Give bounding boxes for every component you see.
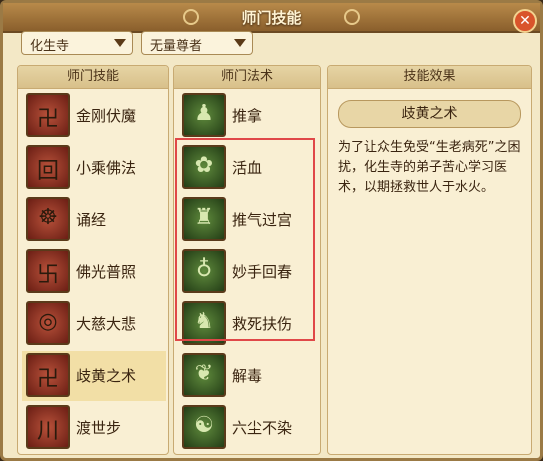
skill-item-qihuang-selected[interactable]: 卍 歧黄之术 <box>22 351 166 401</box>
skills-panel-header: 师门技能 <box>18 66 168 89</box>
effect-panel: 技能效果 歧黄之术 为了让众生免受“生老病死”之困扰，化生寺的弟子苦心学习医术，… <box>327 65 532 455</box>
monk-icon: ☯ <box>182 405 226 449</box>
medicine-icon: 卍 <box>26 353 70 397</box>
skill-label: 诵经 <box>76 211 107 229</box>
spell-item-jiedu[interactable]: ❦ 解毒 <box>178 351 318 401</box>
close-button[interactable]: ✕ <box>513 9 537 33</box>
skill-label: 金刚伏魔 <box>76 107 137 125</box>
effect-panel-header: 技能效果 <box>328 66 531 89</box>
skill-label: 歧黄之术 <box>76 367 137 385</box>
skill-item-xiaosheng[interactable]: 回 小乘佛法 <box>22 143 166 193</box>
compassion-icon: ◎ <box>26 301 70 345</box>
spell-item-tuina[interactable]: ♟ 推拿 <box>178 91 318 141</box>
spell-label: 六尘不染 <box>232 419 293 437</box>
dharma-icon: 回 <box>26 145 70 189</box>
effect-skill-title: 歧黄之术 <box>338 100 521 128</box>
spell-item-liuchen[interactable]: ☯ 六尘不染 <box>178 403 318 453</box>
step-icon: 川 <box>26 405 70 449</box>
chevron-down-icon <box>234 39 246 47</box>
right-ornament-icon <box>344 9 360 25</box>
spells-panel-header: 师门法术 <box>174 66 320 89</box>
skill-item-foguang[interactable]: 卐 佛光普照 <box>22 247 166 297</box>
skills-panel: 师门技能 卍 金刚伏魔 回 小乘佛法 ☸ 诵经 卐 佛光普照 ◎ 大慈大悲 卍 … <box>17 65 169 455</box>
skill-label: 渡世步 <box>76 419 122 437</box>
master-dropdown-value: 无量尊者 <box>150 39 203 54</box>
skills-window: 师门技能 ✕ 化生寺 无量尊者 师门技能 卍 金刚伏魔 回 小乘佛法 ☸ 诵经 … <box>0 0 543 461</box>
school-dropdown[interactable]: 化生寺 <box>21 31 133 55</box>
school-dropdown-value: 化生寺 <box>30 39 70 54</box>
skill-label: 大慈大悲 <box>76 315 137 333</box>
master-dropdown[interactable]: 无量尊者 <box>141 31 253 55</box>
effect-description: 为了让众生免受“生老病死”之困扰，化生寺的弟子苦心学习医术，以期拯救世人于水火。 <box>338 140 521 195</box>
skill-label: 小乘佛法 <box>76 159 137 177</box>
sutra-icon: ☸ <box>26 197 70 241</box>
spell-label: 解毒 <box>232 367 263 385</box>
selection-highlight-box <box>175 138 315 341</box>
buddha-light-icon: 卐 <box>26 249 70 293</box>
chevron-down-icon <box>114 39 126 47</box>
skill-item-daci[interactable]: ◎ 大慈大悲 <box>22 299 166 349</box>
massage-icon: ♟ <box>182 93 226 137</box>
skill-item-songjing[interactable]: ☸ 诵经 <box>22 195 166 245</box>
skill-item-jingang[interactable]: 卍 金刚伏魔 <box>22 91 166 141</box>
skill-label: 佛光普照 <box>76 263 137 281</box>
vajra-icon: 卍 <box>26 93 70 137</box>
herb-icon: ❦ <box>182 353 226 397</box>
spell-label: 推拿 <box>232 107 263 125</box>
title-bar: 师门技能 <box>3 3 540 33</box>
skill-item-dushi[interactable]: 川 渡世步 <box>22 403 166 453</box>
window-title: 师门技能 <box>241 9 302 27</box>
